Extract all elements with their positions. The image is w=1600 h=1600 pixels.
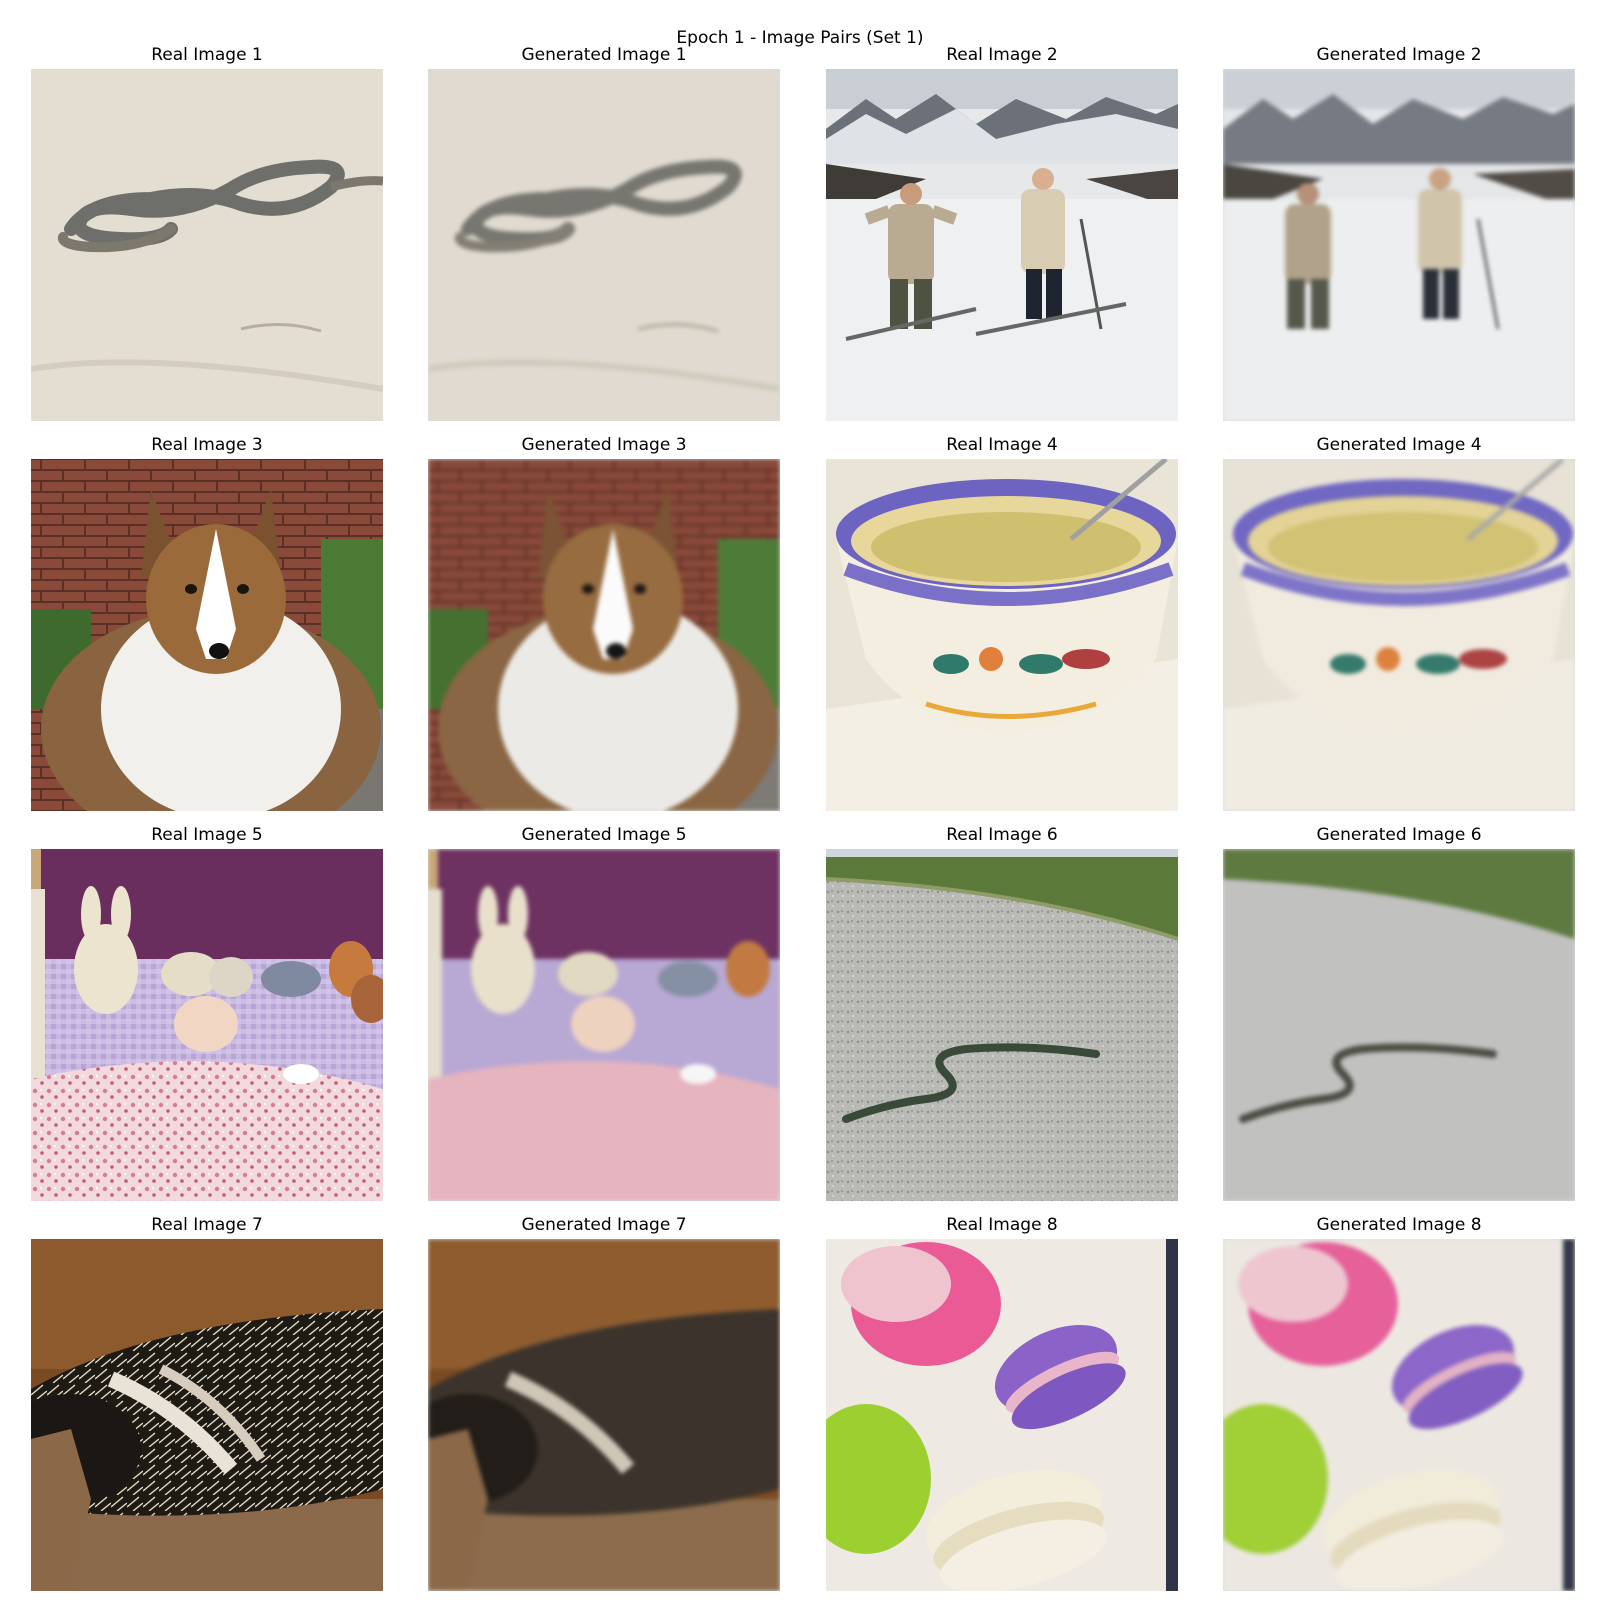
two-skiers-mountains-image — [1223, 69, 1575, 421]
macarons-image — [826, 1239, 1178, 1591]
panel-title: Generated Image 7 — [521, 1215, 687, 1235]
snake-on-sand-image — [428, 69, 780, 421]
macarons-image — [1223, 1239, 1575, 1591]
snake-on-road-image — [1223, 849, 1575, 1201]
snake-on-sand-image — [31, 69, 383, 421]
snake-on-road-image — [826, 849, 1178, 1201]
porcupine-image — [31, 1239, 383, 1591]
porcupine-image — [428, 1239, 780, 1591]
panel-title: Generated Image 2 — [1316, 45, 1482, 65]
panel-title: Real Image 4 — [946, 435, 1058, 455]
panel-title: Generated Image 3 — [521, 435, 687, 455]
panel-title: Generated Image 6 — [1316, 825, 1482, 845]
panel-title: Real Image 3 — [151, 435, 263, 455]
soup-bowl-image — [1223, 459, 1575, 811]
panel-title: Real Image 6 — [946, 825, 1058, 845]
panel-title: Real Image 1 — [151, 45, 263, 65]
panel-title: Real Image 5 — [151, 825, 263, 845]
panel-title: Generated Image 1 — [521, 45, 687, 65]
panel-title: Real Image 8 — [946, 1215, 1058, 1235]
panel-title: Generated Image 4 — [1316, 435, 1482, 455]
sleeping-baby-crib-image — [428, 849, 780, 1201]
sheltie-dog-image — [428, 459, 780, 811]
panel-title: Generated Image 5 — [521, 825, 687, 845]
soup-bowl-image — [826, 459, 1178, 811]
panel-title: Generated Image 8 — [1316, 1215, 1482, 1235]
panel-title: Real Image 7 — [151, 1215, 263, 1235]
sheltie-dog-image — [31, 459, 383, 811]
panel-title: Real Image 2 — [946, 45, 1058, 65]
two-skiers-mountains-image — [826, 69, 1178, 421]
sleeping-baby-crib-image — [31, 849, 383, 1201]
